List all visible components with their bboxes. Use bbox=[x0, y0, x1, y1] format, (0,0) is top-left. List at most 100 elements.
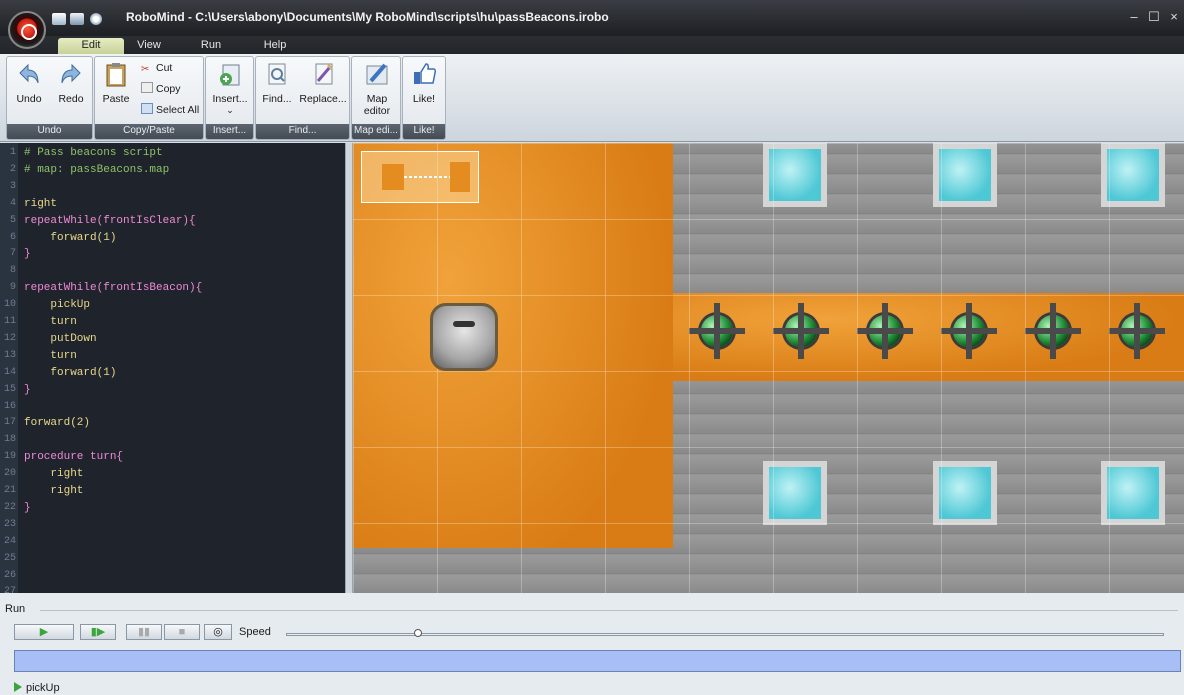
tab-run[interactable]: Run bbox=[186, 38, 236, 54]
grid-line bbox=[353, 295, 1184, 296]
beacon bbox=[773, 303, 829, 359]
line-number: 9 bbox=[9, 282, 16, 294]
grid-line bbox=[773, 143, 774, 593]
map-editor-label-2: editor bbox=[363, 105, 391, 117]
play-button[interactable]: ▶ bbox=[14, 624, 74, 640]
select-all-button[interactable]: Select All bbox=[141, 101, 199, 119]
line-number-gutter: 1 2 3 4 5 6 7 8 9 10 11 12 13 14 15 16 17 18 19 20 21 22 23 24 2… bbox=[0, 143, 18, 593]
code-line: right bbox=[24, 197, 58, 210]
find-button[interactable]: Find... bbox=[259, 61, 295, 105]
map-view[interactable] bbox=[353, 143, 1184, 593]
line-number: 4 bbox=[9, 197, 16, 209]
settings-icon[interactable] bbox=[90, 13, 102, 25]
copy-button[interactable]: Copy bbox=[141, 80, 181, 98]
sand-area bbox=[353, 143, 673, 593]
undo-button[interactable]: Undo bbox=[11, 61, 47, 105]
stop-button[interactable]: ■ bbox=[164, 624, 200, 640]
cut-label: Cut bbox=[156, 62, 173, 74]
code-line: # Pass beacons script bbox=[24, 147, 163, 159]
code-editor[interactable]: 1 2 3 4 5 6 7 8 9 10 11 12 13 14 15 16 17 18 19 20 21 22 23 24 2… bbox=[0, 143, 345, 593]
line-number: 15 bbox=[3, 383, 16, 395]
like-label: Like! bbox=[412, 93, 436, 105]
copy-icon bbox=[141, 82, 153, 93]
undo-icon bbox=[19, 63, 39, 84]
close-button[interactable]: × bbox=[1166, 9, 1182, 24]
line-number: 6 bbox=[9, 231, 16, 243]
tab-help[interactable]: Help bbox=[248, 38, 302, 54]
map-editor-button[interactable]: Map editor bbox=[357, 61, 397, 117]
scissors-icon: ✂ bbox=[141, 64, 150, 75]
line-number: 21 bbox=[3, 485, 16, 496]
find-group: Find... Replace... Find... bbox=[255, 56, 350, 140]
line-number: 20 bbox=[3, 468, 16, 480]
paste-label: Paste bbox=[102, 93, 130, 105]
minimize-button[interactable]: – bbox=[1126, 9, 1142, 24]
replace-label: Replace... bbox=[299, 93, 347, 105]
line-number: 3 bbox=[9, 180, 16, 192]
line-number: 16 bbox=[3, 400, 16, 412]
code-line: turn bbox=[24, 316, 77, 328]
maximize-button[interactable]: ☐ bbox=[1146, 9, 1162, 25]
line-number: 18 bbox=[3, 434, 16, 446]
code-line: right bbox=[24, 468, 84, 481]
redo-button[interactable]: Redo bbox=[53, 61, 89, 105]
tab-view[interactable]: View bbox=[124, 38, 174, 54]
save-file-icon[interactable] bbox=[70, 13, 84, 25]
minimap[interactable] bbox=[361, 151, 479, 203]
code-line: right bbox=[24, 485, 84, 497]
code-line: putDown bbox=[24, 332, 97, 345]
replace-button[interactable]: Replace... bbox=[298, 61, 348, 105]
insert-button[interactable]: Insert... ⌄ bbox=[209, 61, 251, 116]
copy-label: Copy bbox=[156, 83, 181, 95]
code-line: forward(2) bbox=[24, 417, 91, 430]
line-number: 5 bbox=[9, 214, 16, 226]
pencil-icon bbox=[366, 63, 388, 85]
run-panel: Run ▶ ▮▶ ▮▮ ■ ◎ Speed pickUp bbox=[0, 593, 1184, 695]
redo-icon bbox=[61, 63, 81, 84]
water-tile bbox=[933, 143, 997, 207]
code-line: repeatWhile(frontIsBeacon){ bbox=[24, 282, 203, 295]
panel-splitter[interactable] bbox=[345, 143, 353, 593]
speed-slider-knob[interactable] bbox=[413, 629, 422, 637]
line-number: 10 bbox=[3, 299, 16, 311]
insert-label: Insert... bbox=[212, 93, 248, 105]
redo-label: Redo bbox=[58, 93, 84, 105]
paste-button[interactable]: Paste bbox=[98, 61, 134, 105]
line-number: 19 bbox=[3, 451, 16, 463]
code-line: } bbox=[24, 383, 31, 396]
line-number: 26 bbox=[3, 569, 16, 581]
beacon bbox=[1025, 303, 1081, 359]
code-line: procedure turn{ bbox=[24, 451, 124, 464]
replace-icon bbox=[315, 63, 334, 85]
line-number: 1 bbox=[9, 147, 16, 158]
map-editor-group: Map editor Map edi... bbox=[351, 56, 401, 140]
record-button[interactable]: ◎ bbox=[204, 624, 232, 640]
water-tile bbox=[1101, 461, 1165, 525]
like-group-label: Like! bbox=[403, 124, 445, 139]
like-button[interactable]: Like! bbox=[407, 61, 441, 105]
water-tile bbox=[933, 461, 997, 525]
grid-line bbox=[353, 371, 1184, 372]
line-number: 13 bbox=[3, 349, 16, 361]
select-all-label: Select All bbox=[156, 104, 200, 116]
code-line: } bbox=[24, 501, 31, 514]
grid-line bbox=[941, 143, 942, 593]
open-file-icon[interactable] bbox=[52, 13, 66, 25]
cut-button[interactable]: ✂ Cut bbox=[141, 59, 172, 77]
beacon bbox=[1109, 303, 1165, 359]
grid-line bbox=[689, 143, 690, 593]
grid-line bbox=[521, 143, 522, 593]
run-title: Run bbox=[5, 603, 26, 615]
grid-line bbox=[1109, 143, 1110, 593]
robot-eyes bbox=[453, 321, 475, 327]
tab-edit[interactable]: Edit bbox=[58, 38, 124, 54]
grid-line bbox=[353, 143, 1184, 144]
step-button[interactable]: ▮▶ bbox=[80, 624, 116, 640]
pause-button[interactable]: ▮▮ bbox=[126, 624, 162, 640]
line-number: 7 bbox=[9, 248, 16, 260]
line-number: 11 bbox=[3, 316, 16, 327]
map-group-label: Map edi... bbox=[352, 124, 400, 139]
insert-icon bbox=[220, 64, 240, 86]
app-menu-orb[interactable] bbox=[8, 11, 46, 49]
code-line: turn bbox=[24, 349, 77, 362]
